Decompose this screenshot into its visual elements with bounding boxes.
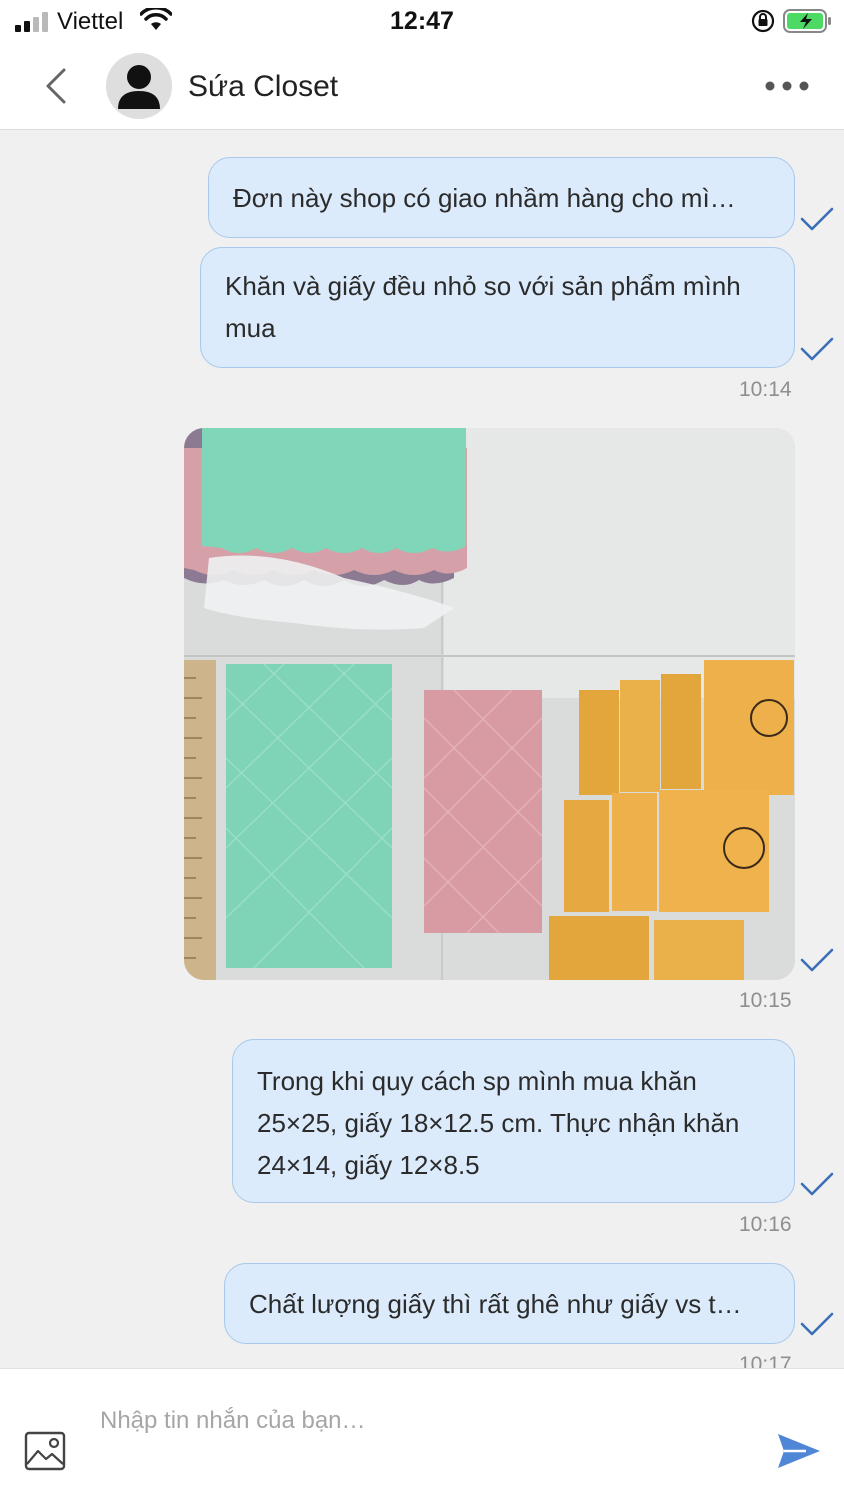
message-time: 10:17: [739, 1353, 792, 1368]
rotation-lock-icon: [751, 9, 775, 33]
message-input[interactable]: [100, 1401, 720, 1441]
message-bubble[interactable]: Khăn và giấy đều nhỏ so với sản phẩm mìn…: [200, 247, 795, 368]
message-bubble[interactable]: Trong khi quy cách sp mình mua khăn 25×2…: [232, 1039, 795, 1203]
check-icon: [800, 948, 834, 972]
status-bar: Viettel 12:47: [0, 0, 844, 44]
chevron-left-icon[interactable]: [34, 64, 78, 108]
message-time: 10:14: [739, 378, 792, 401]
message-time: 10:16: [739, 1213, 792, 1236]
message-input-bar: [0, 1368, 844, 1500]
check-icon: [800, 1172, 834, 1196]
check-icon: [800, 1312, 834, 1336]
message-time: 10:15: [739, 989, 792, 1012]
send-icon[interactable]: [776, 1431, 822, 1471]
user-silhouette-icon: [118, 65, 160, 109]
check-icon: [800, 207, 834, 231]
ellipsis-icon[interactable]: [760, 72, 814, 100]
message-image[interactable]: [184, 428, 795, 980]
message-bubble[interactable]: Chất lượng giấy thì rất ghê như giấy vs …: [224, 1263, 795, 1344]
battery-charging-icon: [783, 9, 831, 33]
chat-header: Sứa Closet: [0, 44, 844, 130]
status-time: 12:47: [390, 7, 454, 35]
contact-name[interactable]: Sứa Closet: [188, 70, 338, 104]
image-icon[interactable]: [24, 1431, 66, 1471]
avatar[interactable]: [106, 53, 172, 119]
message-list[interactable]: Đơn này shop có giao nhầm hàng cho mì… K…: [0, 131, 844, 1368]
message-bubble[interactable]: Đơn này shop có giao nhầm hàng cho mì…: [208, 157, 795, 238]
product-photo: [184, 428, 795, 980]
check-icon: [800, 337, 834, 361]
